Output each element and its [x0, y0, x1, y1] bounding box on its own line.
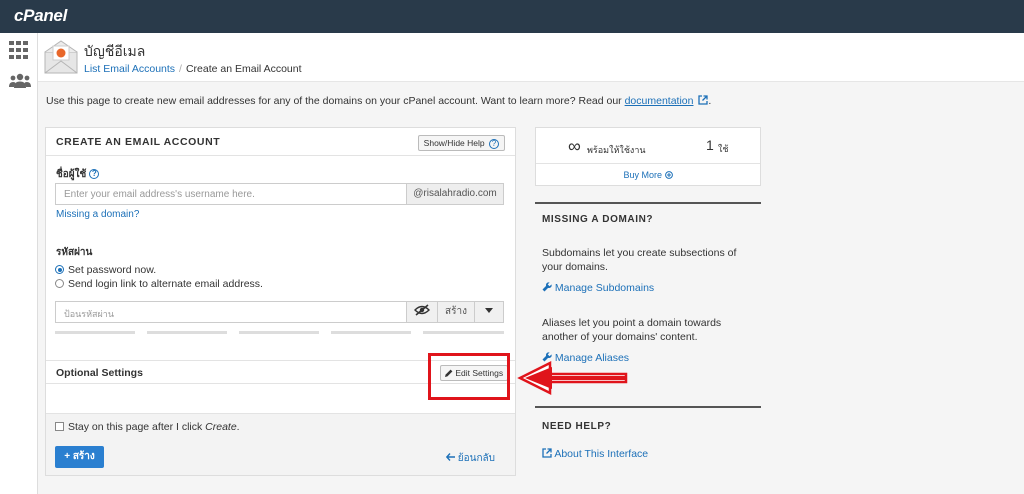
send-login-link-label: Send login link to alternate email addre…	[68, 278, 263, 290]
send-login-link-radio[interactable]	[55, 279, 64, 288]
stay-on-page-option[interactable]: Stay on this page after I click Create.	[55, 421, 240, 433]
strength-meter-segment	[331, 331, 411, 334]
send-login-link-option[interactable]: Send login link to alternate email addre…	[55, 278, 263, 290]
breadcrumb-current: Create an Email Account	[185, 63, 302, 75]
question-icon: ?	[489, 138, 499, 149]
external-link-icon[interactable]	[698, 95, 709, 105]
grid-icon[interactable]	[9, 41, 29, 59]
password-label: รหัสผ่าน	[56, 247, 93, 258]
username-input[interactable]: Enter your email address's username here…	[55, 183, 407, 205]
cpanel-logo[interactable]: cPanel	[14, 6, 67, 26]
main-content: บัญชีอีเมล List Email Accounts / Create an…	[38, 33, 1024, 494]
top-bar: cPanel	[0, 0, 1024, 33]
show-hide-help-button[interactable]: Show/Hide Help ?	[417, 135, 505, 151]
used-count: 1	[706, 137, 714, 153]
caret-down-icon	[485, 308, 493, 313]
generate-password-button[interactable]: สร้าง	[437, 301, 475, 323]
manage-subdomains-link[interactable]: Manage Subdomains	[542, 282, 654, 294]
missing-domain-link[interactable]: Missing a domain?	[56, 209, 139, 220]
strength-meter-segment	[55, 331, 135, 334]
annotation-arrow-icon	[517, 360, 628, 396]
create-email-panel: CREATE AN EMAIL ACCOUNT Show/Hide Help ?…	[45, 127, 516, 476]
about-this-interface-link[interactable]: About This Interface	[542, 448, 648, 460]
wrench-icon	[542, 282, 552, 292]
section-rule	[535, 406, 761, 408]
strength-meter-segment	[423, 331, 504, 334]
missing-domain-heading: MISSING A DOMAIN?	[542, 214, 654, 225]
aliases-description: Aliases let you point a domain towards a…	[542, 317, 722, 343]
stay-on-page-checkbox[interactable]	[55, 422, 64, 431]
intro-body: Use this page to create new email addres…	[46, 95, 625, 107]
page-header: บัญชีอีเมล List Email Accounts / Create an…	[38, 33, 1024, 82]
email-accounts-stats: ∞ พร้อมให้ใช้งาน 1 ใช้ Buy More	[535, 127, 761, 186]
arrow-left-icon	[445, 453, 455, 461]
breadcrumb: List Email Accounts / Create an Email Acco…	[84, 63, 302, 75]
available-label: พร้อมให้ใช้งาน	[587, 145, 646, 155]
page-title: บัญชีอีเมล	[84, 43, 146, 59]
strength-meter-segment	[239, 331, 319, 334]
users-icon[interactable]	[9, 73, 31, 89]
left-sidebar	[0, 33, 38, 494]
stay-on-page-suffix: .	[236, 421, 240, 433]
intro-text: Use this page to create new email addres…	[46, 95, 711, 107]
documentation-link[interactable]: documentation	[625, 95, 694, 107]
plus-circle-icon	[664, 171, 673, 179]
create-button[interactable]: + สร้าง	[55, 446, 104, 468]
available-symbol: ∞	[568, 136, 581, 156]
back-link[interactable]: ย้อนกลับ	[445, 451, 495, 466]
stay-on-page-emphasis: Create	[205, 421, 237, 433]
intro-tail: .	[708, 95, 712, 107]
panel-title: CREATE AN EMAIL ACCOUNT	[56, 136, 221, 148]
buy-more-link[interactable]: Buy More	[536, 170, 760, 180]
manage-subdomains-label: Manage Subdomains	[554, 282, 655, 294]
password-input[interactable]: ป้อนรหัสผ่าน	[55, 301, 407, 323]
annotation-highlight-box	[428, 353, 510, 400]
set-password-option[interactable]: Set password now.	[55, 264, 156, 276]
panel-footer: Stay on this page after I click Create. …	[46, 413, 515, 475]
toggle-password-visibility-button[interactable]	[406, 301, 438, 323]
help-button-label: Show/Hide Help	[423, 138, 485, 148]
breadcrumb-separator: /	[179, 63, 182, 75]
generate-options-dropdown[interactable]	[474, 301, 504, 323]
external-link-icon	[542, 448, 552, 458]
stay-on-page-label: Stay on this page after I click	[68, 421, 206, 433]
username-label: ชื่อผู้ใช้?	[56, 167, 100, 182]
question-icon[interactable]: ?	[89, 169, 100, 180]
about-this-interface-label: About This Interface	[554, 448, 649, 460]
breadcrumb-list-email-accounts[interactable]: List Email Accounts	[84, 63, 175, 75]
username-placeholder: Enter your email address's username here…	[64, 189, 255, 200]
buy-more-label: Buy More	[623, 170, 662, 180]
optional-settings-title: Optional Settings	[56, 367, 143, 379]
strength-meter-segment	[147, 331, 227, 334]
section-rule	[535, 202, 761, 204]
email-envelope-icon	[44, 40, 78, 74]
back-link-label: ย้อนกลับ	[457, 453, 495, 464]
used-label: ใช้	[718, 144, 729, 154]
divider	[536, 163, 760, 164]
eye-slash-icon	[414, 304, 430, 316]
subdomains-description: Subdomains let you create subsections of…	[542, 247, 737, 273]
set-password-radio[interactable]	[55, 265, 64, 274]
domain-addon: @risalahradio.com	[406, 183, 504, 205]
need-help-heading: NEED HELP?	[542, 421, 612, 432]
password-placeholder: ป้อนรหัสผ่าน	[64, 309, 115, 319]
set-password-label: Set password now.	[68, 264, 157, 276]
panel-header: CREATE AN EMAIL ACCOUNT Show/Hide Help ?	[46, 128, 515, 156]
username-label-text: ชื่อผู้ใช้	[56, 169, 87, 180]
